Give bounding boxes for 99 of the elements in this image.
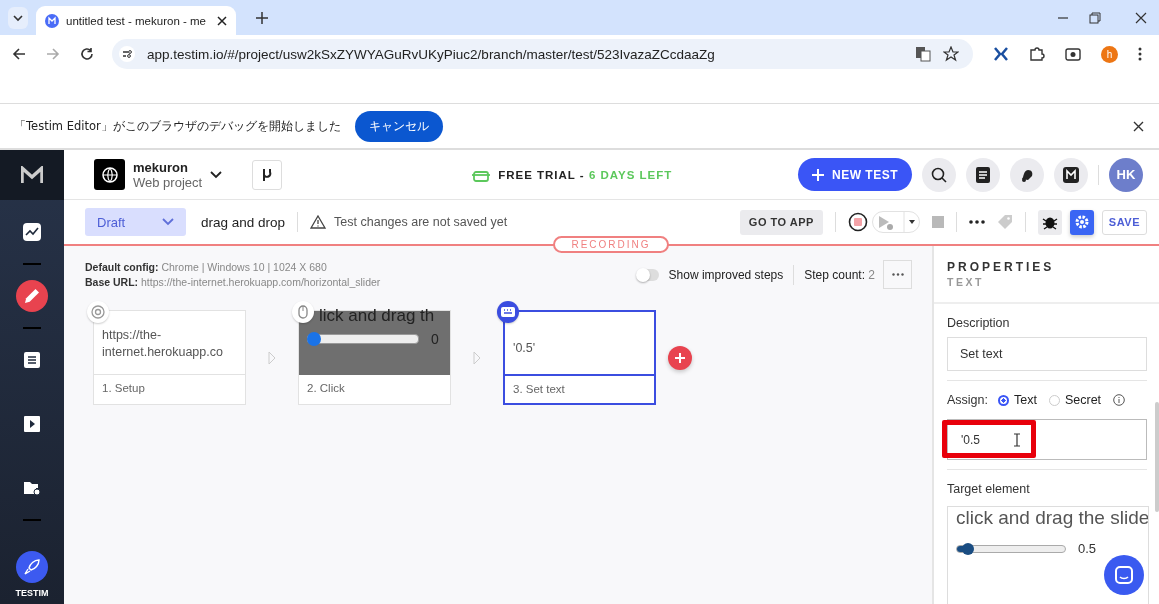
add-step-button[interactable]	[668, 345, 692, 370]
chevron-down-icon	[210, 170, 223, 179]
search-button[interactable]	[922, 157, 956, 192]
step-card[interactable]: lick and drag th 0 2. Click	[298, 310, 451, 405]
trial-text: FREE TRIAL - 6 DAYS LEFT	[498, 168, 673, 181]
site-settings-icon[interactable]	[119, 46, 135, 62]
debug-message: 「Testim Editor」がこのブラウザのデバッグを開始しました	[14, 118, 341, 134]
preview-heading: click and drag the slide	[956, 507, 1148, 529]
recording-badge: RECORDING	[553, 236, 669, 253]
target-element-label: Target element	[947, 482, 1031, 496]
arrow-icon	[268, 350, 276, 365]
globe-icon	[101, 166, 118, 183]
step-label: 2. Click	[306, 381, 346, 396]
cancel-button[interactable]: キャンセル	[354, 110, 443, 142]
toggle-label: Show improved steps	[668, 267, 784, 282]
restore-icon[interactable]	[1089, 11, 1101, 24]
pencil-icon	[25, 289, 39, 303]
camera-icon[interactable]	[1065, 46, 1081, 62]
settings-button[interactable]	[1069, 209, 1094, 235]
branch-icon	[261, 167, 274, 182]
description-field[interactable]: Set text	[947, 337, 1147, 371]
unsaved-warning: Test changes are not saved yet	[334, 215, 508, 229]
document-button[interactable]	[966, 157, 1000, 192]
chevron-down-icon	[162, 218, 174, 226]
close-icon[interactable]	[1133, 120, 1144, 132]
description-label: Description	[947, 316, 1011, 330]
go-to-app-button[interactable]: GO TO APP	[739, 209, 823, 235]
record-button[interactable]	[847, 212, 868, 232]
save-button[interactable]: SAVE	[1101, 209, 1147, 235]
list-icon	[24, 352, 40, 368]
radio-label[interactable]: Text	[1014, 393, 1037, 407]
close-icon[interactable]	[1135, 11, 1147, 24]
logo-icon	[1063, 166, 1079, 183]
text-cursor-icon	[1013, 433, 1021, 447]
sidebar-item[interactable]	[16, 280, 48, 312]
reload-icon[interactable]	[80, 47, 94, 61]
extension-icon[interactable]	[993, 46, 1009, 62]
tab-search-button[interactable]	[8, 6, 28, 29]
new-tab-icon[interactable]	[256, 11, 268, 24]
plus-icon	[812, 168, 824, 181]
plus-icon	[675, 352, 685, 363]
step-label: 1. Setup	[101, 381, 146, 396]
rocket-button[interactable]	[16, 551, 48, 583]
close-icon[interactable]	[217, 15, 227, 26]
folder-settings-icon	[23, 480, 41, 496]
step-url: https://the-internet.herokuapp.co	[102, 327, 224, 361]
info-icon[interactable]	[1113, 394, 1126, 406]
mouse-icon	[292, 301, 314, 323]
radio-button[interactable]	[998, 394, 1009, 406]
assign-label: Assign:	[947, 393, 988, 407]
radio-label[interactable]: Secret	[1064, 393, 1102, 407]
bug-button[interactable]	[1037, 209, 1062, 235]
back-icon[interactable]	[12, 47, 26, 61]
panel-subtitle: TEXT	[947, 276, 985, 288]
arrow-icon	[473, 350, 481, 365]
menu-icon[interactable]	[1138, 47, 1142, 61]
slider-value: 0.5	[1078, 541, 1097, 556]
notification-button[interactable]	[1010, 157, 1044, 192]
more-icon[interactable]	[968, 220, 985, 224]
test-name[interactable]: drag and drop	[201, 214, 286, 230]
step-value: '0.5'	[513, 340, 537, 357]
translate-icon[interactable]	[915, 46, 931, 62]
brand-label: TESTIM	[15, 588, 49, 598]
document-icon	[976, 166, 990, 183]
screenshot-heading: lick and drag th	[318, 308, 436, 323]
step-card[interactable]: https://the-internet.herokuapp.co 1. Setup	[93, 310, 246, 405]
status-dropdown[interactable]: Draft	[85, 208, 186, 236]
new-test-button[interactable]: NEW TEST	[798, 158, 912, 191]
panel-title: PROPERTIES	[947, 260, 1056, 274]
chat-icon	[1115, 566, 1133, 584]
browser-tab[interactable]: untitled test - mekuron - me	[36, 6, 236, 35]
logo-icon	[45, 13, 59, 28]
chat-button[interactable]	[1104, 555, 1144, 595]
project-name: mekuron	[133, 159, 189, 175]
browser-icon	[87, 301, 109, 323]
step-card[interactable]: '0.5' 3. Set text	[503, 310, 656, 405]
record-icon	[847, 212, 868, 232]
tab-title: untitled test - mekuron - me	[66, 14, 207, 27]
keyboard-icon	[497, 301, 519, 323]
puzzle-icon[interactable]	[1029, 46, 1045, 62]
chart-icon	[23, 223, 41, 241]
base-url: Base URL: https://the-internet.herokuapp.com/horizontal_slider	[85, 276, 381, 288]
default-config: Default config: Chrome | Windows 10 | 1024 X 680	[85, 261, 328, 273]
improved-steps-toggle[interactable]	[636, 268, 659, 281]
step-count: Step count: 2	[804, 267, 875, 282]
logo-button[interactable]	[1054, 157, 1088, 192]
warning-icon	[310, 215, 327, 229]
star-icon[interactable]	[943, 46, 959, 62]
user-avatar[interactable]: HK	[1109, 157, 1143, 192]
search-icon	[931, 166, 947, 183]
logo-icon	[21, 166, 43, 184]
settings-icon	[1073, 214, 1090, 230]
more-icon	[891, 273, 904, 276]
branch-button[interactable]	[252, 159, 283, 190]
step-label: 3. Set text	[512, 382, 566, 397]
play-icon	[24, 416, 40, 432]
project-type: Web project	[133, 174, 203, 190]
project-selector[interactable]: mekuron Web project	[94, 159, 223, 190]
slider-value: 0	[431, 331, 439, 347]
